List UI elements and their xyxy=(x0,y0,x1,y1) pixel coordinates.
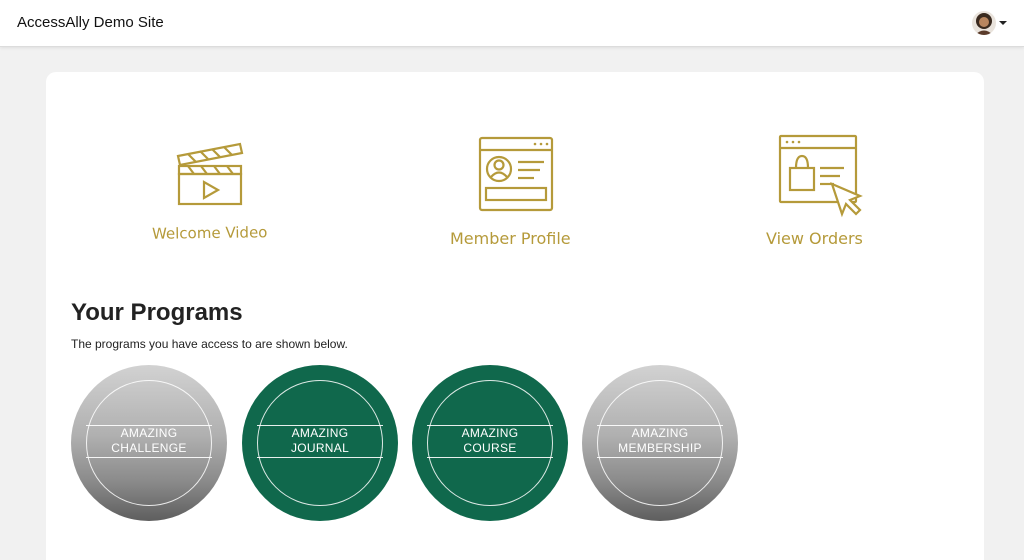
view-orders-label: View Orders xyxy=(766,229,863,248)
program-title: AMAZING MEMBERSHIP xyxy=(600,426,720,456)
program-title: AMAZING COURSE xyxy=(430,426,550,456)
welcome-video-link[interactable]: Welcome Video xyxy=(146,132,286,252)
program-title-line2: COURSE xyxy=(463,441,517,455)
user-menu-toggle[interactable] xyxy=(969,10,1009,38)
member-profile-link[interactable]: Member Profile xyxy=(446,132,586,252)
program-title-line1: AMAZING xyxy=(631,426,689,440)
top-navbar: AccessAlly Demo Site xyxy=(0,0,1024,47)
program-title-line2: CHALLENGE xyxy=(111,441,187,455)
program-amazing-membership[interactable]: AMAZING MEMBERSHIP xyxy=(582,365,738,521)
program-amazing-course[interactable]: AMAZING COURSE xyxy=(412,365,568,521)
program-amazing-challenge[interactable]: AMAZING CHALLENGE xyxy=(71,365,227,521)
profile-card-icon xyxy=(478,136,554,212)
programs-heading: Your Programs xyxy=(71,299,243,326)
program-title-line1: AMAZING xyxy=(291,426,349,440)
site-title-link[interactable]: AccessAlly Demo Site xyxy=(17,14,164,31)
program-title-line1: AMAZING xyxy=(120,426,178,440)
program-title-line2: MEMBERSHIP xyxy=(618,441,702,455)
view-orders-link[interactable]: View Orders xyxy=(756,132,896,252)
member-profile-label: Member Profile xyxy=(450,229,571,248)
program-title-line2: JOURNAL xyxy=(290,441,350,455)
caret-down-icon xyxy=(999,21,1007,25)
program-title: AMAZING JOURNAL xyxy=(260,426,380,456)
dashboard-card: Welcome Video Member Profile View Orders… xyxy=(46,72,984,560)
clapperboard-play-icon xyxy=(176,142,244,206)
programs-description: The programs you have access to are show… xyxy=(71,337,348,351)
avatar-icon xyxy=(972,11,996,35)
program-title: AMAZING CHALLENGE xyxy=(89,426,209,456)
program-title-line1: AMAZING xyxy=(461,426,519,440)
shopping-browser-cursor-icon xyxy=(778,134,863,218)
program-amazing-journal[interactable]: AMAZING JOURNAL xyxy=(242,365,398,521)
welcome-video-label: Welcome Video xyxy=(151,223,268,243)
